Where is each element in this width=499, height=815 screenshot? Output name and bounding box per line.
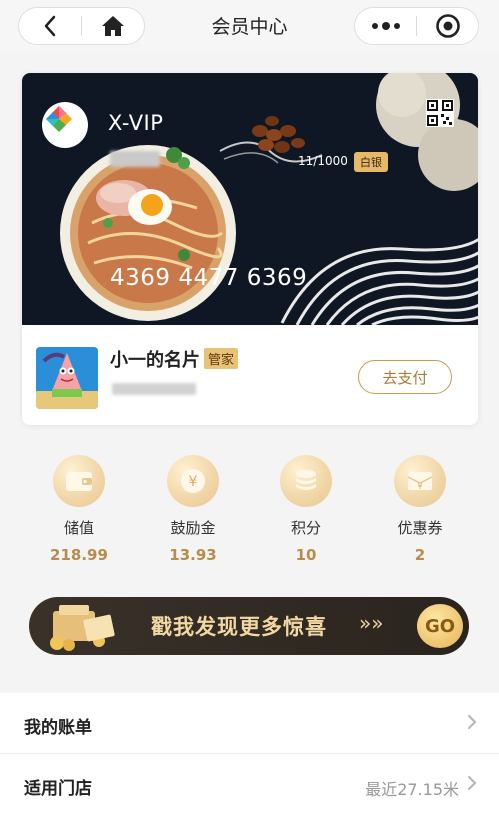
nearest-distance: 最近27.15米 [365,780,459,799]
pay-button[interactable]: 去支付 [358,360,452,394]
profile-section: 小一的名片 管家 去支付 [22,325,478,425]
chevron-right-icon [468,776,477,790]
list-item-label: 我的账单 [24,718,92,738]
go-button[interactable]: GO [417,604,463,648]
stat-value: 2 [414,546,426,564]
wallet-icon [53,455,105,507]
gift-coins-icon [50,605,115,651]
list-item-stores[interactable]: 适用门店 最近27.15米 [0,754,499,814]
avatar-image [36,347,98,409]
double-chevron-icon: »» [359,611,384,635]
menu-list: 我的账单 适用门店 最近27.15米 [0,693,499,815]
svg-text:¥: ¥ [189,474,198,490]
top-bar: 会员中心 [0,0,499,52]
stat-coupons[interactable]: ¥ 优惠券 2 [365,455,475,564]
level-badge: 白银 [354,152,388,172]
card-artwork: X-VIP 11/1000 白银 4369 4477 6369 [22,73,478,325]
avatar [36,347,98,409]
promo-banner[interactable]: 戳我发现更多惊喜 »» GO [29,597,469,655]
menu-capsule [354,7,479,45]
stat-reward-credit[interactable]: ¥ 鼓励金 13.93 [138,455,248,564]
stat-label: 积分 [290,519,321,537]
target-icon [435,14,460,38]
promo-text: 戳我发现更多惊喜 [151,615,327,639]
card-number: 4369 4477 6369 [110,265,308,291]
blurred-member-name [110,151,160,167]
stat-value: 218.99 [50,546,108,564]
stat-label: 优惠券 [397,519,443,537]
more-button[interactable] [355,8,416,44]
coupon-icon: ¥ [394,455,446,507]
list-item-bills[interactable]: 我的账单 [0,693,499,754]
chevron-right-icon [468,715,477,729]
qr-code-button[interactable] [426,99,454,127]
stat-points[interactable]: 积分 10 [251,455,361,564]
stats-row: 储值 218.99 ¥ 鼓励金 13.93 积分 10 ¥ 优惠券 2 [0,445,499,575]
clover-logo-icon [46,106,72,132]
qr-code-icon [426,99,454,127]
member-card[interactable]: X-VIP 11/1000 白银 4369 4477 6369 小一的名片 管家… [22,73,478,425]
svg-text:¥: ¥ [417,482,422,491]
card-tier-name: X-VIP [108,111,164,135]
stat-label: 储值 [63,519,94,537]
coin-stack-icon [280,455,332,507]
role-badge: 管家 [204,348,239,369]
brand-logo [42,102,88,148]
level-progress: 11/1000 [298,154,348,168]
yen-coin-icon: ¥ [167,455,219,507]
stat-value: 10 [295,546,317,564]
stat-value: 13.93 [169,546,217,564]
stat-label: 鼓励金 [170,519,216,537]
profile-name: 小一的名片 [110,350,200,371]
stat-stored-value[interactable]: 储值 218.99 [24,455,134,564]
more-dots-icon [371,22,400,30]
list-item-label: 适用门店 [24,779,92,799]
close-miniapp-button[interactable] [417,8,478,44]
blurred-phone [112,383,196,395]
